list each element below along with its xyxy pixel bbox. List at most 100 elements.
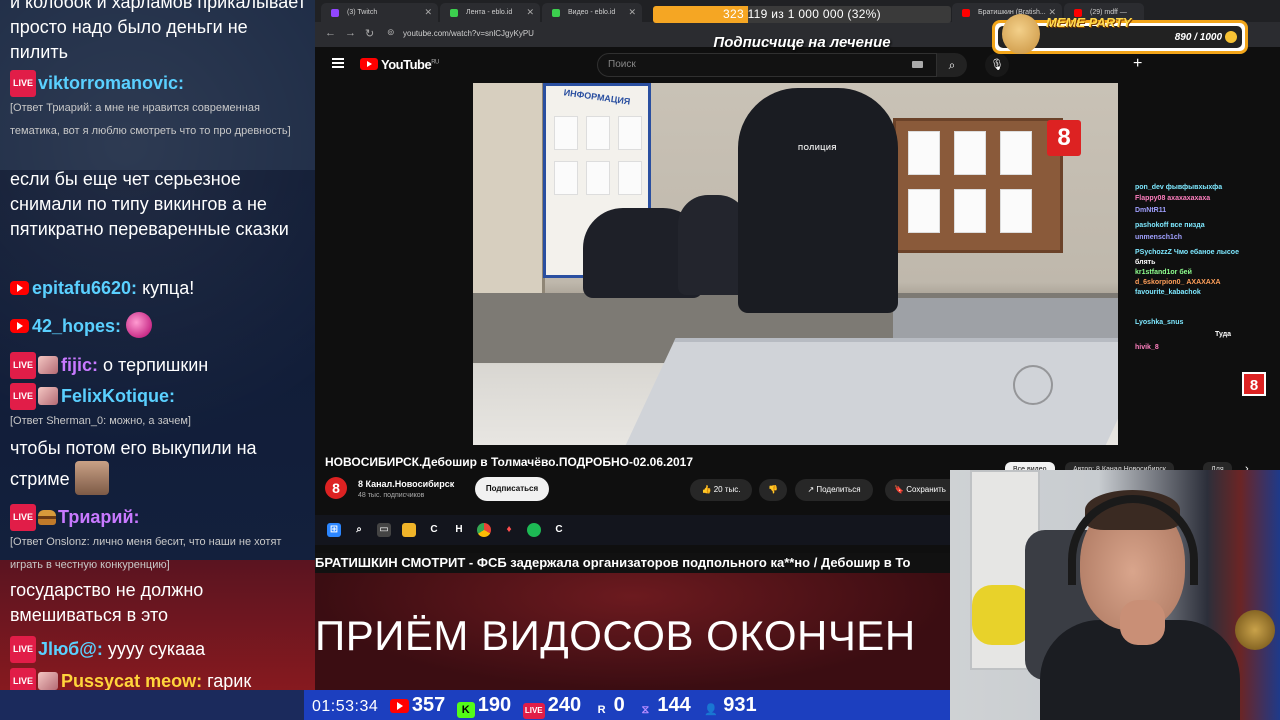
subscribe-button[interactable]: Подписаться — [475, 477, 549, 501]
info-board-title: ИНФОРМАЦИЯ — [563, 87, 631, 107]
chat-nick[interactable]: fijic: — [61, 355, 98, 375]
officer-back-label: ПОЛИЦИЯ — [798, 145, 837, 152]
browser-tab[interactable]: (3) Twitch ✕ — [321, 3, 438, 22]
chat-message-text: уууу сукааа — [107, 639, 206, 659]
task-view-icon[interactable]: ▭ — [377, 523, 391, 537]
menu-icon[interactable] — [332, 58, 344, 68]
stats-bar-left — [0, 690, 304, 720]
chat-nick[interactable]: FelixKotique: — [61, 386, 175, 406]
like-button[interactable]: 👍 20 тыс. — [690, 479, 752, 501]
back-arrow-icon[interactable]: ← — [325, 27, 336, 39]
youtube-badge-icon — [10, 319, 29, 333]
chat-message: epitafu6620: купца! — [10, 276, 310, 301]
stat-live: LIVE 240 — [522, 690, 581, 720]
live-badge-icon: LIVE — [10, 70, 37, 97]
site-info-icon[interactable]: ⊚ — [387, 27, 395, 38]
overlay-chat-line: unmensch1ch — [1135, 234, 1183, 241]
share-label: Поделиться — [816, 485, 861, 494]
create-plus-icon[interactable]: + — [1133, 55, 1142, 73]
viewer-stats-bar: 01:53:34 357 K 190 LIVE 240 R0 ⧖ 144 👤 931 — [304, 690, 950, 720]
voice-search-button[interactable]: 🎙 — [985, 53, 1009, 77]
chat-reply-quote: [Ответ Onslonz: лично меня бесит, что на… — [10, 536, 282, 571]
chrome-icon[interactable] — [477, 523, 491, 537]
live-badge-icon: LIVE — [10, 636, 37, 663]
video-player[interactable]: ИНФОРМАЦИЯ ПОЛИЦИЯ 8 — [473, 83, 1118, 445]
windows-taskbar: ⊞ ⌕ ▭ C H ♦ C — [315, 515, 950, 545]
overlay-chat-line: pon_dev фывфывхыхфа — [1135, 184, 1223, 191]
channel-avatar[interactable]: 8 — [325, 477, 347, 499]
channel-name[interactable]: 8 Канал.Новосибирск — [358, 479, 454, 489]
overlay-chat-line: Туда — [1215, 331, 1232, 338]
chat-nick[interactable]: epitafu6620: — [32, 278, 137, 298]
webcam-scene-yellow-bag — [972, 585, 1032, 645]
now-watching-ticker: БРАТИШКИН СМОТРИТ - ФСБ задержала органи… — [315, 553, 950, 573]
app-c2-icon[interactable]: C — [552, 523, 566, 537]
file-explorer-icon[interactable] — [402, 523, 416, 537]
app-c-icon[interactable]: C — [427, 523, 441, 537]
close-tab-icon[interactable]: ✕ — [424, 3, 432, 22]
channel-8-watermark: 8 — [1047, 120, 1081, 156]
stat-youtube: 357 — [389, 690, 446, 720]
donation-goal-bar: 323 119 из 1 000 000 (32%) — [653, 6, 951, 23]
windows-start-icon[interactable]: ⊞ — [327, 523, 341, 537]
face-emote-icon — [74, 461, 109, 495]
chat-message: если бы еще чет серьезное снимали по тип… — [10, 167, 310, 242]
chat-nick[interactable]: Pussycat meow: — [61, 671, 202, 691]
chat-message-text: и колобок и харламов прикалывает просто … — [10, 0, 306, 62]
youtube-icon — [389, 699, 409, 713]
live-icon: LIVE — [522, 703, 545, 719]
search-icon[interactable]: ⌕ — [352, 523, 366, 537]
search-input[interactable]: Поиск — [597, 53, 937, 77]
stat-viewers: 👤 931 — [702, 690, 756, 720]
overlay-chat-line: hivik_8 — [1135, 344, 1159, 351]
youtube-region: RU — [431, 59, 439, 66]
app-h-icon[interactable]: H — [452, 523, 466, 537]
donation-goal-subtitle: Подписчице на лечение — [713, 34, 891, 51]
overlay-chat-line: PSychozzZ Чмо ебаное лысое — [1135, 249, 1239, 256]
browser-tab[interactable]: Лента - eblo.id ✕ — [440, 3, 540, 22]
meme-party-bar: MEME PARTY 890 / 1000 — [998, 14, 1242, 54]
flame-app-icon[interactable]: ♦ — [502, 523, 516, 537]
chat-message: чтобы потом его выкупили на стриме — [10, 436, 310, 495]
pink-mouth-emote-icon — [126, 312, 153, 338]
streamer-hand — [1120, 600, 1165, 645]
chat-nick[interactable]: Jlюб@: — [38, 639, 103, 659]
youtube-logo[interactable]: YouTubeRU — [360, 57, 439, 72]
stat-value: 931 — [723, 694, 757, 716]
overlay-chat-line: DmNtR11 — [1135, 207, 1167, 214]
stream-chat-panel: и колобок и харламов прикалывает просто … — [0, 0, 315, 720]
forward-arrow-icon[interactable]: → — [345, 27, 356, 39]
stream-screen: и колобок и харламов прикалывает просто … — [0, 0, 1280, 720]
url-field[interactable]: youtube.com/watch?v=snlCJgyKyPU — [403, 29, 534, 38]
meme-party-title: MEME PARTY — [1046, 15, 1132, 30]
microphone-icon: 🎙 — [990, 59, 1004, 71]
eblo-favicon-icon — [450, 9, 458, 17]
search-icon: ⌕ — [948, 58, 956, 72]
chat-nick[interactable]: viktorromanovic: — [38, 73, 184, 93]
stat-value: 357 — [411, 694, 446, 716]
chat-nick[interactable]: 42_hopes: — [32, 316, 121, 336]
save-button[interactable]: 🔖 Сохранить — [885, 479, 955, 501]
globe-icon — [1235, 610, 1275, 650]
info-board-paper — [618, 116, 642, 150]
keyboard-icon[interactable] — [912, 61, 923, 68]
bookmark-icon: 🔖 — [894, 485, 904, 494]
close-tab-icon[interactable]: ✕ — [628, 3, 636, 22]
channel-8-logo: 8 — [1242, 372, 1266, 396]
browser-tab[interactable]: Видео - eblo.id ✕ — [542, 3, 642, 22]
search-button[interactable]: ⌕ — [937, 53, 967, 77]
user-badge-icon — [38, 356, 59, 374]
spotify-icon[interactable] — [527, 523, 541, 537]
close-tab-icon[interactable]: ✕ — [526, 3, 534, 22]
twitch-icon: ⧖ — [641, 704, 650, 716]
reload-icon[interactable]: ↻ — [365, 27, 374, 40]
video-scene-officer: ПОЛИЦИЯ — [738, 88, 898, 313]
channel-subscribers: 48 тыс. подписчиков — [358, 492, 425, 499]
info-board-paper — [586, 116, 610, 150]
share-button[interactable]: ↗ Поделиться — [795, 479, 873, 501]
dislike-button[interactable]: 👎 — [759, 479, 787, 501]
chat-nick[interactable]: Триарий: — [58, 507, 140, 527]
wood-board-paper — [1000, 189, 1032, 233]
info-board-paper — [618, 161, 642, 195]
overlay-chat-line: Flappy08 ахахахахаха — [1135, 195, 1211, 202]
